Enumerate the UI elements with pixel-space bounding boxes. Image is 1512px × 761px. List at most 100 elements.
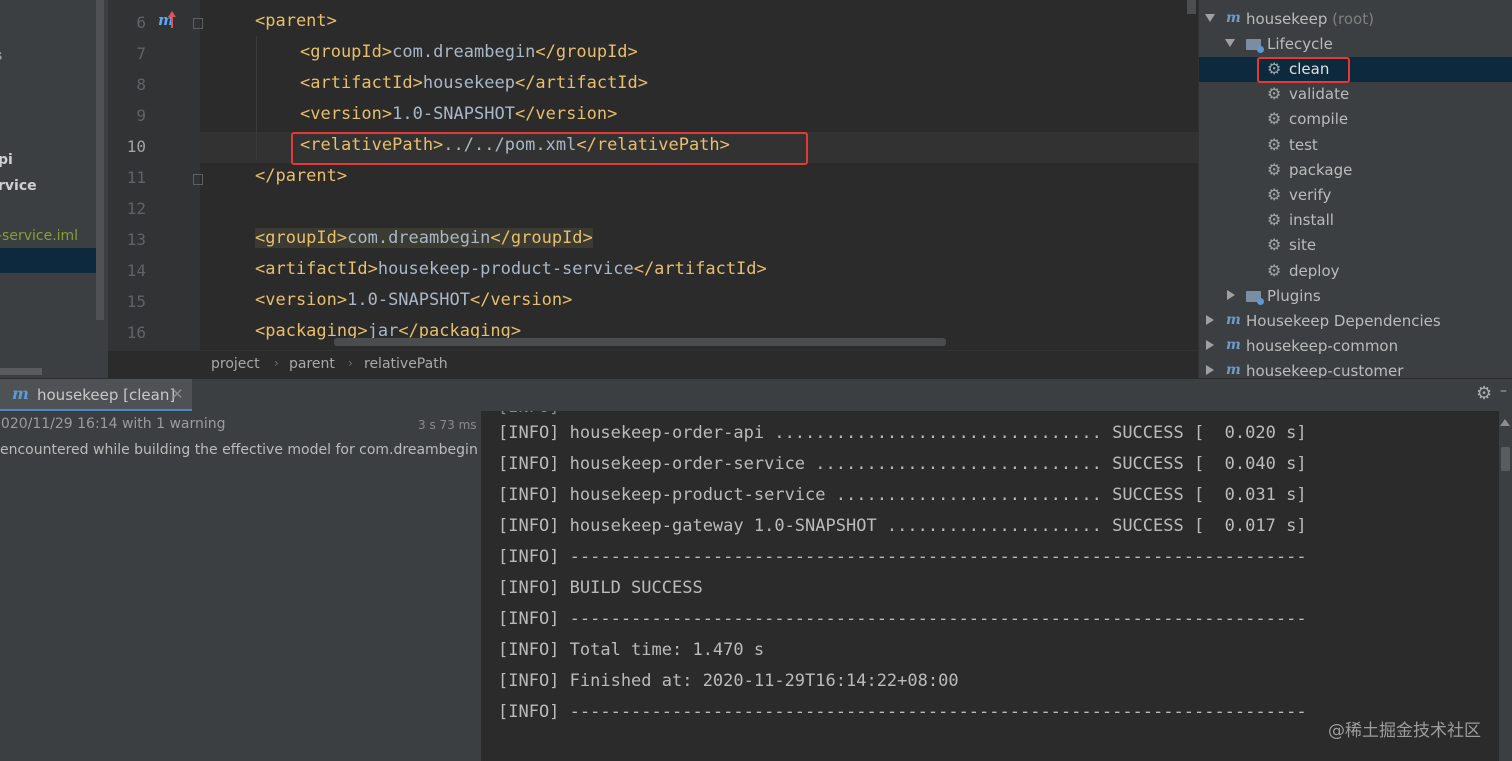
console-line: [INFO] ---------------------------------… bbox=[498, 547, 1307, 567]
lifecycle-goal-test[interactable]: ⚙ test bbox=[1199, 133, 1512, 158]
console-line: [INFO] housekeep-order-api .............… bbox=[498, 423, 1307, 443]
maven-plugins-node[interactable]: Plugins bbox=[1199, 284, 1512, 309]
line-number: 8 bbox=[136, 75, 146, 94]
build-results-tree: 2020/11/29 16:14 with 1 warning 3 s 73 m… bbox=[0, 411, 481, 761]
maven-root-node[interactable]: m housekeep (root) bbox=[1199, 7, 1512, 32]
breadcrumb-parent[interactable]: parent bbox=[289, 356, 335, 372]
expand-arrow-icon[interactable] bbox=[1206, 315, 1214, 325]
code-token: com.dreambegin bbox=[392, 42, 536, 62]
code-line[interactable]: <version>1.0-SNAPSHOT</version> bbox=[300, 104, 617, 124]
code-token: </version> bbox=[514, 104, 618, 124]
project-tree-panel: s pi rvice -service.iml bbox=[0, 0, 108, 378]
hide-icon[interactable]: – bbox=[1500, 383, 1507, 399]
code-token: 1.0-SNAPSHOT bbox=[392, 104, 515, 124]
relativepath-highlight-box bbox=[291, 132, 808, 165]
maven-module-node[interactable]: m Housekeep Dependencies bbox=[1199, 309, 1512, 334]
expand-arrow-icon[interactable] bbox=[1205, 14, 1215, 22]
code-token: </groupId> bbox=[490, 228, 593, 248]
project-tree-item[interactable]: s bbox=[0, 48, 2, 64]
lifecycle-goal-site[interactable]: ⚙ site bbox=[1199, 233, 1512, 258]
run-tab-title: housekeep [clean] bbox=[37, 386, 176, 404]
lifecycle-goal-validate[interactable]: ⚙ validate bbox=[1199, 82, 1512, 107]
code-line[interactable]: <artifactId>housekeep</artifactId> bbox=[300, 73, 648, 93]
module-label: Housekeep Dependencies bbox=[1246, 312, 1441, 330]
project-tree-hscrollbar[interactable] bbox=[0, 368, 42, 375]
code-token: <groupId> bbox=[255, 228, 348, 248]
expand-arrow-icon[interactable] bbox=[1227, 290, 1235, 300]
gear-icon: ⚙ bbox=[1267, 210, 1282, 230]
fold-icon[interactable] bbox=[193, 174, 203, 185]
maven-root-name: housekeep bbox=[1246, 10, 1328, 28]
code-line[interactable]: <artifactId>housekeep-product-service</a… bbox=[255, 259, 767, 279]
console-line-partial: [INFO] - bbox=[498, 411, 580, 417]
code-editor[interactable]: m <parent> <groupId>com.dreambegin</group… bbox=[108, 0, 1198, 378]
gear-icon[interactable]: ⚙ bbox=[1476, 383, 1492, 404]
close-icon[interactable]: ✕ bbox=[171, 385, 184, 403]
fold-icon[interactable] bbox=[193, 18, 203, 29]
plugins-label: Plugins bbox=[1267, 287, 1321, 305]
console-line: [INFO] ---------------------------------… bbox=[498, 702, 1307, 722]
code-token: </parent> bbox=[255, 166, 348, 186]
code-token: </groupId> bbox=[535, 42, 638, 62]
code-token: housekeep-product-service bbox=[377, 259, 634, 279]
maven-module-icon: m bbox=[1226, 361, 1241, 378]
project-tree-item[interactable]: -service.iml bbox=[0, 228, 78, 244]
project-tree-scrollbar[interactable] bbox=[96, 0, 104, 320]
lifecycle-goal-compile[interactable]: ⚙ compile bbox=[1199, 107, 1512, 132]
code-token: <groupId> bbox=[300, 42, 393, 62]
gear-icon: ⚙ bbox=[1267, 84, 1282, 104]
expand-arrow-icon[interactable] bbox=[1206, 364, 1214, 375]
maven-lifecycle-node[interactable]: Lifecycle bbox=[1199, 32, 1512, 57]
lifecycle-goal-deploy[interactable]: ⚙ deploy bbox=[1199, 259, 1512, 284]
console-scroll-thumb[interactable] bbox=[1501, 447, 1510, 471]
watermark: @稀土掘金技术社区 bbox=[1328, 721, 1481, 741]
editor-hscrollbar[interactable] bbox=[334, 338, 946, 346]
maven-module-node[interactable]: m housekeep-customer bbox=[1199, 359, 1512, 378]
maven-module-icon: m bbox=[1226, 312, 1241, 328]
maven-module-node[interactable]: m housekeep-common bbox=[1199, 334, 1512, 359]
code-line[interactable]: <groupId>com.dreambegin</groupId> bbox=[255, 228, 593, 248]
code-line[interactable]: <version>1.0-SNAPSHOT</version> bbox=[255, 290, 572, 310]
build-time-row[interactable]: 2020/11/29 16:14 with 1 warning bbox=[0, 416, 226, 432]
code-line[interactable]: <groupId>com.dreambegin</groupId> bbox=[300, 42, 638, 62]
maven-module-icon: m bbox=[1226, 336, 1241, 353]
console-scrollbar[interactable] bbox=[1499, 411, 1512, 761]
goal-label: site bbox=[1289, 236, 1317, 255]
maven-root-suffix: (root) bbox=[1332, 10, 1374, 28]
code-token: </artifactId> bbox=[514, 73, 649, 93]
code-token: <version> bbox=[300, 104, 393, 124]
console-line: [INFO] Total time: 1.470 s bbox=[498, 640, 765, 660]
lifecycle-goal-clean[interactable]: ⚙ clean bbox=[1199, 57, 1512, 82]
code-token: </artifactId> bbox=[633, 259, 767, 279]
line-number: 14 bbox=[126, 261, 146, 280]
line-number: 16 bbox=[126, 323, 146, 342]
lifecycle-goal-install[interactable]: ⚙ install bbox=[1199, 208, 1512, 233]
lifecycle-goal-verify[interactable]: ⚙ verify bbox=[1199, 183, 1512, 208]
project-tree-item[interactable]: rvice bbox=[0, 178, 37, 194]
gear-icon: ⚙ bbox=[1267, 109, 1282, 129]
navigate-parent-arrow-icon[interactable] bbox=[168, 11, 176, 28]
code-token: </version> bbox=[469, 290, 573, 310]
scroll-up-icon[interactable] bbox=[1500, 419, 1510, 426]
code-token: <parent> bbox=[255, 11, 337, 31]
build-warning-row[interactable]: encountered while building the effective… bbox=[0, 442, 478, 458]
lifecycle-goal-package[interactable]: ⚙ package bbox=[1199, 158, 1512, 183]
breadcrumb: project › parent › relativePath bbox=[108, 350, 1198, 378]
code-line[interactable]: <parent> bbox=[255, 11, 337, 31]
project-tree-item[interactable]: pi bbox=[0, 152, 13, 168]
editor-vscrollbar[interactable] bbox=[1187, 0, 1196, 14]
code-token: 1.0-SNAPSHOT bbox=[347, 290, 470, 310]
expand-arrow-icon[interactable] bbox=[1225, 39, 1235, 47]
code-line[interactable]: </parent> bbox=[255, 166, 347, 186]
expand-arrow-icon[interactable] bbox=[1206, 339, 1214, 350]
line-number: 13 bbox=[126, 230, 146, 249]
breadcrumb-relativepath[interactable]: relativePath bbox=[364, 356, 448, 372]
breadcrumb-separator-icon: › bbox=[274, 356, 279, 370]
code-token: com.dreambegin bbox=[347, 228, 491, 248]
module-label: housekeep-customer bbox=[1246, 361, 1404, 378]
console-line: [INFO] housekeep-product-service .......… bbox=[498, 485, 1307, 505]
run-tab[interactable]: m housekeep [clean] ✕ bbox=[0, 379, 192, 412]
breadcrumb-project[interactable]: project bbox=[211, 356, 260, 372]
build-console[interactable]: [INFO] - [INFO] housekeep-order-api ....… bbox=[481, 411, 1499, 761]
line-number: 6 bbox=[136, 13, 146, 32]
